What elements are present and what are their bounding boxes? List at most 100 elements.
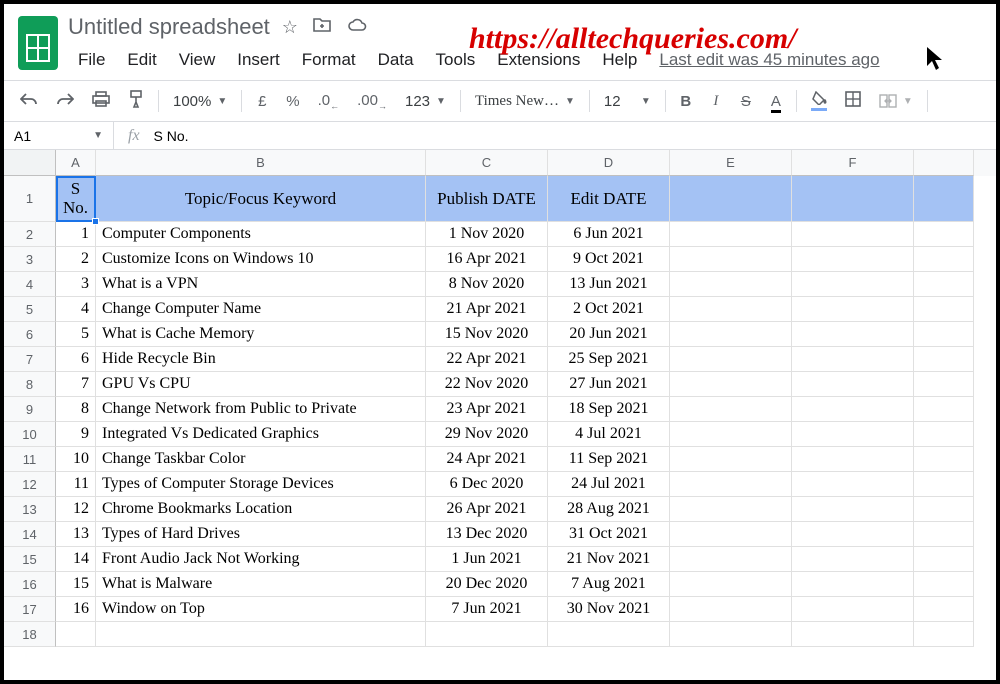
cell[interactable]	[792, 497, 914, 522]
document-title[interactable]: Untitled spreadsheet	[68, 14, 270, 40]
cell[interactable]	[792, 297, 914, 322]
cell-topic[interactable]: What is Malware	[96, 572, 426, 597]
cell-edit-date[interactable]: 7 Aug 2021	[548, 572, 670, 597]
cell[interactable]	[914, 572, 974, 597]
cell[interactable]	[914, 297, 974, 322]
cell-publish-date[interactable]: 21 Apr 2021	[426, 297, 548, 322]
decrease-decimal-button[interactable]: .0←	[314, 89, 344, 114]
menu-edit[interactable]: Edit	[117, 48, 166, 72]
star-icon[interactable]: ☆	[282, 17, 298, 38]
column-header[interactable]: C	[426, 150, 548, 176]
row-header[interactable]: 8	[4, 372, 56, 397]
cell-topic[interactable]: Types of Computer Storage Devices	[96, 472, 426, 497]
cell[interactable]	[792, 622, 914, 647]
zoom-dropdown[interactable]: 100%▼	[169, 91, 231, 112]
row-header[interactable]: 6	[4, 322, 56, 347]
cell[interactable]	[670, 447, 792, 472]
cell-sno[interactable]: 12	[56, 497, 96, 522]
cell-sno[interactable]: 14	[56, 547, 96, 572]
cell[interactable]	[914, 397, 974, 422]
cell-publish-date[interactable]: 22 Apr 2021	[426, 347, 548, 372]
cell-edit-date[interactable]: 31 Oct 2021	[548, 522, 670, 547]
cell[interactable]	[670, 547, 792, 572]
print-button[interactable]	[88, 88, 114, 114]
cell[interactable]	[914, 447, 974, 472]
cell-topic[interactable]: Front Audio Jack Not Working	[96, 547, 426, 572]
cell-edit-date[interactable]: 11 Sep 2021	[548, 447, 670, 472]
row-header[interactable]: 12	[4, 472, 56, 497]
column-header[interactable]: B	[96, 150, 426, 176]
cell[interactable]	[670, 372, 792, 397]
cell[interactable]	[792, 422, 914, 447]
cell[interactable]	[792, 547, 914, 572]
cell[interactable]	[914, 322, 974, 347]
cell[interactable]	[792, 347, 914, 372]
cell-sno[interactable]: 6	[56, 347, 96, 372]
cell-topic[interactable]: What is a VPN	[96, 272, 426, 297]
header-cell-topic[interactable]: Topic/Focus Keyword	[96, 176, 426, 222]
cell[interactable]	[670, 272, 792, 297]
row-header[interactable]: 7	[4, 347, 56, 372]
row-header[interactable]: 5	[4, 297, 56, 322]
cell[interactable]	[792, 522, 914, 547]
cell[interactable]	[548, 622, 670, 647]
cell[interactable]	[792, 472, 914, 497]
cell[interactable]	[670, 347, 792, 372]
row-header[interactable]: 18	[4, 622, 56, 647]
cell-sno[interactable]: 8	[56, 397, 96, 422]
cell-publish-date[interactable]: 6 Dec 2020	[426, 472, 548, 497]
percent-button[interactable]: %	[282, 90, 303, 113]
cell[interactable]	[792, 447, 914, 472]
cell-publish-date[interactable]: 23 Apr 2021	[426, 397, 548, 422]
cell[interactable]	[792, 397, 914, 422]
cell-sno[interactable]: 2	[56, 247, 96, 272]
cell-sno[interactable]: 4	[56, 297, 96, 322]
cell[interactable]	[670, 472, 792, 497]
font-dropdown[interactable]: Times New…▼	[471, 91, 579, 112]
cell-edit-date[interactable]: 25 Sep 2021	[548, 347, 670, 372]
merge-cells-button[interactable]: ▼	[875, 92, 917, 110]
strikethrough-button[interactable]: S	[736, 90, 756, 113]
row-header[interactable]: 17	[4, 597, 56, 622]
cell-publish-date[interactable]: 1 Nov 2020	[426, 222, 548, 247]
cell-topic[interactable]: Hide Recycle Bin	[96, 347, 426, 372]
currency-button[interactable]: £	[252, 90, 272, 113]
name-box[interactable]: A1▼	[4, 122, 114, 149]
menu-format[interactable]: Format	[292, 48, 366, 72]
selection-handle[interactable]	[92, 218, 99, 225]
row-header[interactable]: 4	[4, 272, 56, 297]
column-header[interactable]	[914, 150, 974, 176]
cell-sno[interactable]: 7	[56, 372, 96, 397]
header-cell-edit[interactable]: Edit DATE	[548, 176, 670, 222]
row-header[interactable]: 13	[4, 497, 56, 522]
redo-button[interactable]	[52, 89, 78, 113]
cell-publish-date[interactable]: 13 Dec 2020	[426, 522, 548, 547]
cell-edit-date[interactable]: 6 Jun 2021	[548, 222, 670, 247]
cell[interactable]	[670, 397, 792, 422]
cell-edit-date[interactable]: 30 Nov 2021	[548, 597, 670, 622]
cell[interactable]	[914, 497, 974, 522]
cell[interactable]	[56, 622, 96, 647]
increase-decimal-button[interactable]: .00→	[353, 89, 391, 114]
cell-edit-date[interactable]: 13 Jun 2021	[548, 272, 670, 297]
cell[interactable]	[670, 572, 792, 597]
move-folder-icon[interactable]	[312, 17, 332, 38]
cell-topic[interactable]: Window on Top	[96, 597, 426, 622]
cell-sno[interactable]: 1	[56, 222, 96, 247]
cell-edit-date[interactable]: 20 Jun 2021	[548, 322, 670, 347]
cell[interactable]	[914, 347, 974, 372]
column-header[interactable]: A	[56, 150, 96, 176]
row-header[interactable]: 10	[4, 422, 56, 447]
cell[interactable]	[914, 422, 974, 447]
row-header[interactable]: 14	[4, 522, 56, 547]
cell[interactable]	[914, 247, 974, 272]
cell[interactable]	[792, 176, 914, 222]
row-header[interactable]: 1	[4, 176, 56, 222]
cell-edit-date[interactable]: 24 Jul 2021	[548, 472, 670, 497]
cell[interactable]	[670, 497, 792, 522]
cell-topic[interactable]: Computer Components	[96, 222, 426, 247]
cell[interactable]	[792, 572, 914, 597]
cell-publish-date[interactable]: 8 Nov 2020	[426, 272, 548, 297]
cell-topic[interactable]: GPU Vs CPU	[96, 372, 426, 397]
more-formats-dropdown[interactable]: 123▼	[401, 91, 450, 112]
